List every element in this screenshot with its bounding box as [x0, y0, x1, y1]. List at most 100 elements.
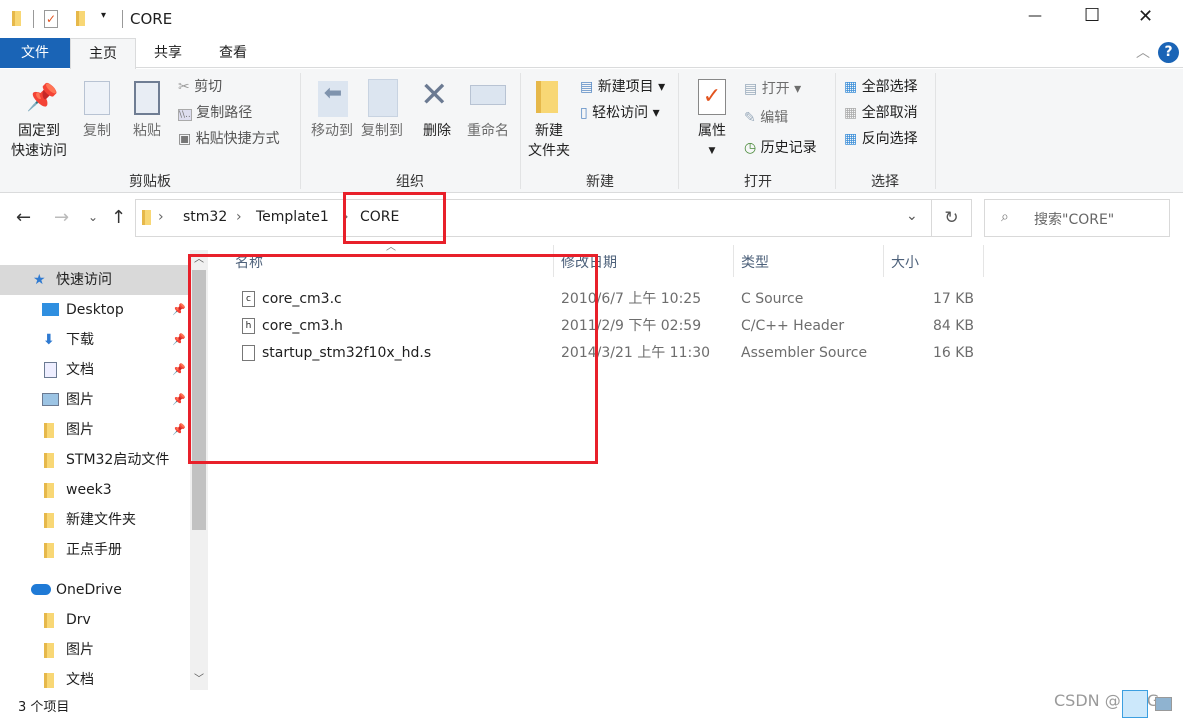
- copy-to-icon: [368, 79, 398, 117]
- customize-toolbar-icon[interactable]: ▾: [101, 10, 106, 21]
- scroll-down-icon[interactable]: ﹀: [194, 670, 204, 685]
- sidebar-item-downloads[interactable]: ⬇ 下载 📌: [0, 325, 190, 355]
- address-dropdown-icon[interactable]: ⌄: [906, 208, 918, 224]
- easy-access-button[interactable]: ▯ 轻松访问 ▾: [580, 103, 660, 123]
- sidebar-item-week3[interactable]: week3: [0, 475, 190, 505]
- collapse-ribbon-icon[interactable]: ︿: [1136, 42, 1150, 62]
- sidebar-item-stm32[interactable]: STM32启动文件: [0, 445, 190, 475]
- column-header-size[interactable]: 大小: [891, 252, 919, 272]
- item-label: Drv: [66, 612, 91, 628]
- file-size: 84 KB: [932, 318, 974, 334]
- pin-icon[interactable]: 📌: [172, 295, 186, 325]
- column-header-type[interactable]: 类型: [741, 252, 769, 272]
- invert-selection-icon: ▦: [844, 131, 862, 147]
- copy-path-label: 复制路径: [196, 105, 253, 121]
- history-button[interactable]: ◷ 历史记录: [744, 138, 817, 158]
- open-button[interactable]: ▤ 打开 ▾: [744, 79, 801, 99]
- details-view-button[interactable]: [1122, 690, 1148, 718]
- folder-icon: [44, 543, 54, 558]
- address-bar[interactable]: › stm32 › Template1 › CORE ⌄: [135, 199, 932, 237]
- invert-selection-button[interactable]: ▦ 反向选择: [844, 129, 918, 149]
- select-all-icon: ▦: [844, 79, 862, 95]
- paste-shortcut-button[interactable]: ▣ 粘贴快捷方式: [178, 129, 280, 149]
- scissors-icon: ✂: [178, 79, 195, 95]
- paste-button[interactable]: 粘贴: [130, 121, 164, 141]
- item-label: STM32启动文件: [66, 452, 170, 468]
- edit-label: 编辑: [760, 110, 789, 126]
- recent-locations-button[interactable]: ⌄: [88, 210, 98, 224]
- item-label: Desktop: [66, 302, 124, 318]
- properties-quick-icon[interactable]: ✓: [44, 10, 58, 28]
- maximize-button[interactable]: ☐: [1084, 5, 1100, 26]
- sidebar-item-manual[interactable]: 正点手册: [0, 535, 190, 565]
- delete-button[interactable]: 删除: [418, 121, 456, 141]
- folder-icon: [44, 423, 54, 438]
- select-all-button[interactable]: ▦ 全部选择: [844, 77, 918, 97]
- star-icon: ★: [33, 272, 46, 288]
- move-to-button[interactable]: 移动到: [305, 121, 359, 141]
- edit-button[interactable]: ✎ 编辑: [744, 108, 788, 128]
- forward-button[interactable]: →: [54, 207, 69, 228]
- item-label: week3: [66, 482, 112, 498]
- pin-quick-access-button[interactable]: 固定到 快速访问: [6, 121, 72, 161]
- sidebar-item-documents[interactable]: 文档 📌: [0, 355, 190, 385]
- properties-button[interactable]: 属性 ▼: [690, 121, 734, 161]
- invert-selection-label: 反向选择: [861, 131, 918, 147]
- item-label: 图片: [66, 642, 94, 658]
- pin-icon[interactable]: 📌: [172, 355, 186, 385]
- new-folder-label: 新建: [535, 123, 563, 139]
- close-button[interactable]: ✕: [1138, 6, 1153, 27]
- new-item-button[interactable]: ▤ 新建项目 ▾: [580, 77, 665, 97]
- breadcrumb-template1[interactable]: Template1: [256, 209, 329, 225]
- rename-button[interactable]: 重命名: [462, 121, 514, 141]
- open-label: 打开: [761, 81, 790, 97]
- pin-icon: 📌: [26, 83, 59, 113]
- minimize-button[interactable]: —: [1028, 8, 1042, 24]
- pin-icon[interactable]: 📌: [172, 385, 186, 415]
- refresh-button[interactable]: ↻: [932, 199, 972, 237]
- group-clipboard-label: 剪贴板: [129, 174, 171, 190]
- new-folder-button[interactable]: 新建 文件夹: [522, 121, 576, 161]
- cut-button[interactable]: ✂ 剪切: [178, 77, 222, 97]
- tab-file[interactable]: 文件: [0, 38, 70, 68]
- copy-path-button[interactable]: \\.. 复制路径: [178, 103, 252, 125]
- sidebar-item-od-documents[interactable]: 文档: [0, 665, 190, 690]
- sidebar-item-od-pictures[interactable]: 图片: [0, 635, 190, 665]
- sidebar-item-pictures[interactable]: 图片 📌: [0, 385, 190, 415]
- copy-button[interactable]: 复制: [80, 121, 114, 141]
- copy-to-button[interactable]: 复制到: [355, 121, 409, 141]
- item-label: 文档: [66, 672, 94, 688]
- new-folder-quick-icon[interactable]: [76, 11, 85, 26]
- history-icon: ◷: [744, 140, 761, 156]
- pin-icon[interactable]: 📌: [172, 415, 186, 445]
- sidebar-item-drv[interactable]: Drv: [0, 605, 190, 635]
- sidebar-item-quick-access[interactable]: ★ 快速访问: [0, 265, 190, 295]
- help-icon[interactable]: ?: [1158, 42, 1179, 63]
- pin-icon[interactable]: 📌: [172, 325, 186, 355]
- sidebar-item-onedrive[interactable]: OneDrive: [0, 575, 190, 605]
- search-input[interactable]: ⌕ 搜索"CORE": [984, 199, 1170, 237]
- sidebar-item-pictures-folder[interactable]: 图片 📌: [0, 415, 190, 445]
- large-icons-view-button[interactable]: [1155, 697, 1172, 711]
- tab-view[interactable]: 查看: [200, 38, 266, 68]
- folder-icon: [44, 483, 54, 498]
- tab-share[interactable]: 共享: [136, 38, 200, 68]
- edit-icon: ✎: [744, 110, 761, 126]
- file-type: Assembler Source: [741, 345, 868, 361]
- annotation-box-files: [188, 254, 598, 464]
- select-none-button[interactable]: ▦ 全部取消: [844, 103, 918, 123]
- tab-home[interactable]: 主页: [70, 38, 136, 69]
- properties-label: 属性: [698, 123, 726, 139]
- group-organize-label: 组织: [396, 174, 424, 190]
- item-label: 图片: [66, 392, 94, 408]
- item-label: 文档: [66, 362, 94, 378]
- sidebar-item-new-folder[interactable]: 新建文件夹: [0, 505, 190, 535]
- up-button[interactable]: ↑: [111, 207, 126, 228]
- folder-icon: [142, 210, 151, 225]
- move-to-icon: ⬅: [318, 81, 348, 117]
- sidebar-item-desktop[interactable]: Desktop 📌: [0, 295, 190, 325]
- breadcrumb-stm32[interactable]: stm32: [183, 209, 227, 225]
- group-open-label: 打开: [744, 174, 772, 190]
- window-title: CORE: [130, 10, 173, 28]
- back-button[interactable]: ←: [16, 207, 31, 228]
